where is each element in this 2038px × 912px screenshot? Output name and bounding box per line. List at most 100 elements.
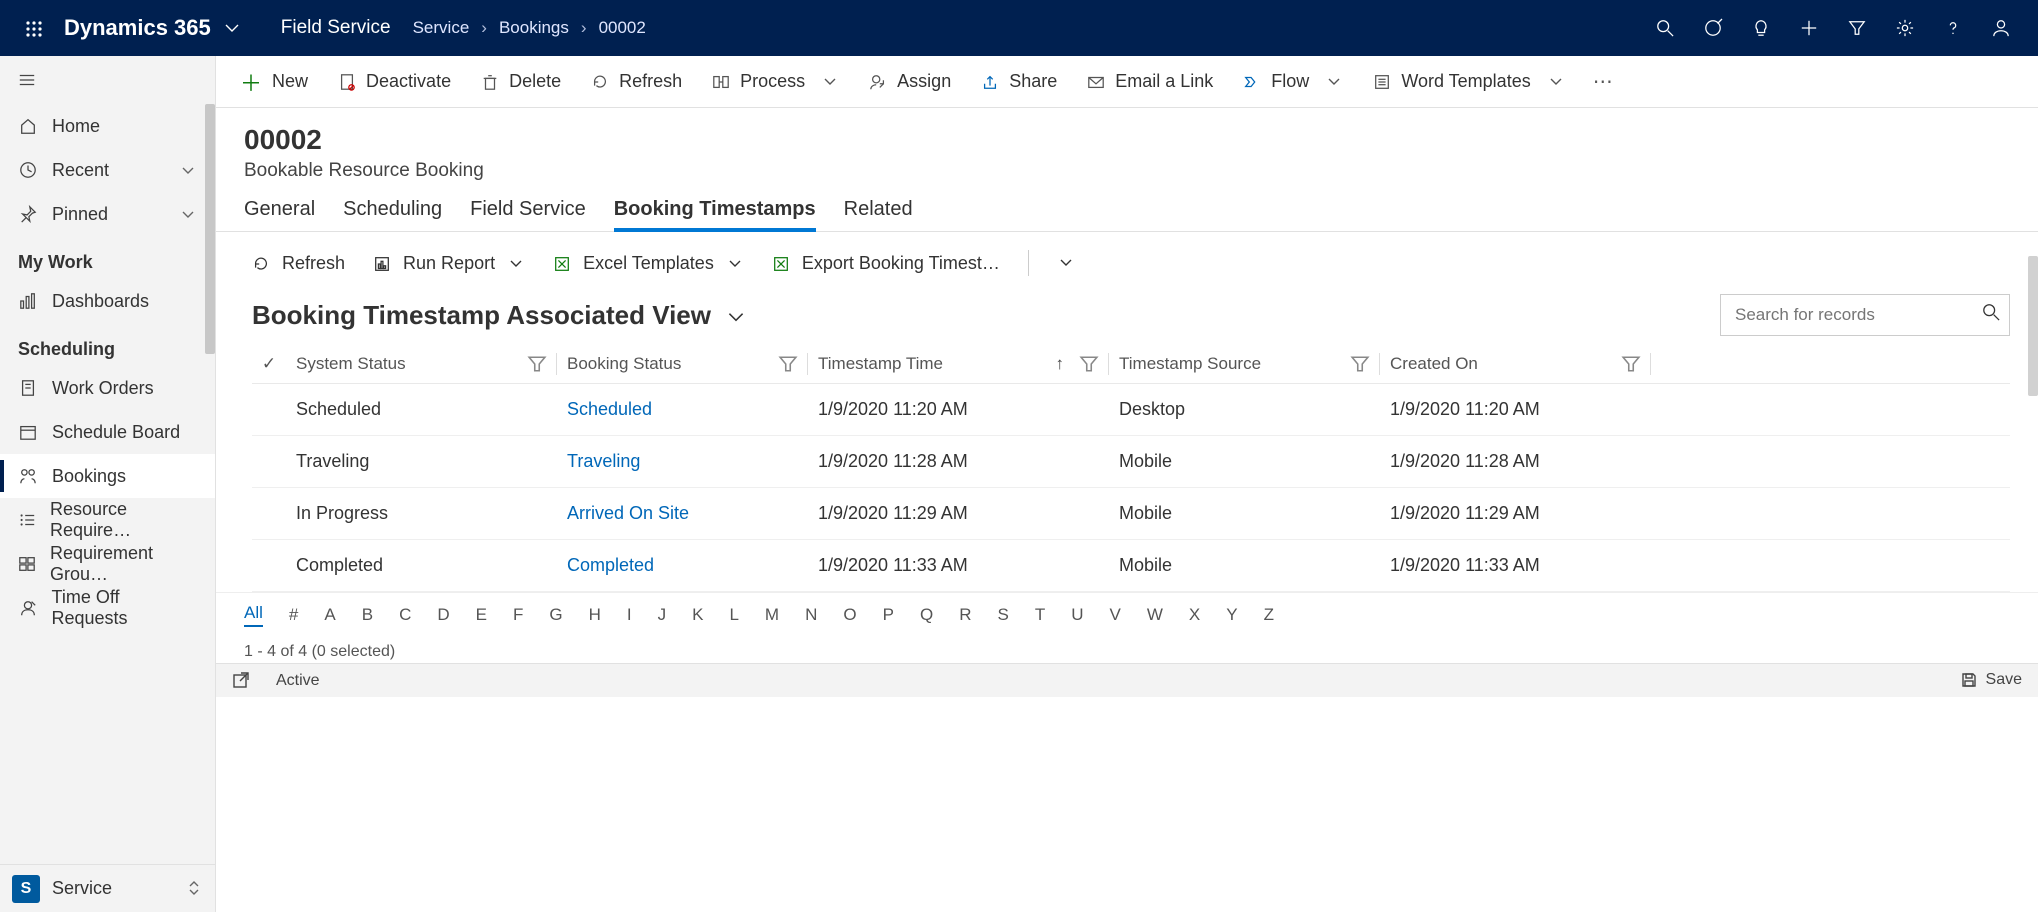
table-row[interactable]: In ProgressArrived On Site1/9/2020 11:29… [252, 488, 2010, 540]
settings-icon[interactable] [1896, 17, 1914, 40]
search-input[interactable] [1720, 294, 2010, 336]
tab-general[interactable]: General [244, 198, 315, 231]
alpha-letter[interactable]: G [549, 605, 562, 625]
alpha-letter[interactable]: O [843, 605, 856, 625]
person-icon[interactable] [1992, 17, 2010, 40]
view-selector[interactable]: Booking Timestamp Associated View [252, 300, 747, 331]
alpha-letter[interactable]: I [627, 605, 632, 625]
cell-bookingstatus[interactable]: Arrived On Site [557, 503, 807, 524]
plus-icon[interactable] [1800, 17, 1818, 40]
alpha-letter[interactable]: X [1189, 605, 1200, 625]
alpha-letter[interactable]: C [399, 605, 411, 625]
alpha-letter[interactable]: A [324, 605, 335, 625]
subgrid-export-button[interactable]: Export Booking Timest… [772, 253, 1000, 274]
alpha-letter[interactable]: D [437, 605, 449, 625]
help-icon[interactable] [1944, 17, 1962, 40]
wordtpl-button[interactable]: Word Templates [1367, 71, 1570, 92]
filter-icon[interactable] [1622, 354, 1640, 374]
refresh-button[interactable]: Refresh [585, 71, 688, 92]
cell-bookingstatus[interactable]: Completed [557, 555, 807, 576]
sidebar-item-pinned[interactable]: Pinned [0, 192, 215, 236]
alpha-letter[interactable]: H [589, 605, 601, 625]
search-icon[interactable] [1656, 17, 1674, 40]
flow-button[interactable]: Flow [1237, 71, 1349, 92]
column-header-timestampsource[interactable]: Timestamp Source [1109, 354, 1379, 374]
alpha-letter[interactable]: B [362, 605, 373, 625]
table-row[interactable]: ScheduledScheduled1/9/2020 11:20 AMDeskt… [252, 384, 2010, 436]
sidebar-item-home[interactable]: Home [0, 104, 215, 148]
assign-button[interactable]: Assign [863, 71, 957, 92]
filter-icon[interactable] [528, 354, 546, 374]
column-header-systemstatus[interactable]: System Status [286, 354, 556, 374]
alpha-letter[interactable]: U [1071, 605, 1083, 625]
breadcrumb-item[interactable]: 00002 [599, 18, 646, 38]
emaillink-button[interactable]: Email a Link [1081, 71, 1219, 92]
alpha-letter[interactable]: P [883, 605, 894, 625]
search-icon[interactable] [1982, 303, 2000, 321]
product-brand[interactable]: Dynamics 365 [58, 15, 217, 41]
alpha-letter[interactable]: Z [1264, 605, 1274, 625]
chevron-down-icon[interactable] [1057, 254, 1075, 272]
column-header-bookingstatus[interactable]: Booking Status [557, 354, 807, 374]
alpha-letter[interactable]: E [476, 605, 487, 625]
alpha-letter[interactable]: V [1109, 605, 1120, 625]
alpha-letter[interactable]: K [692, 605, 703, 625]
sidebar-item-reqgroup[interactable]: Requirement Grou… [0, 542, 215, 586]
filter-icon[interactable] [1080, 354, 1098, 374]
alpha-letter[interactable]: M [765, 605, 779, 625]
table-row[interactable]: TravelingTraveling1/9/2020 11:28 AMMobil… [252, 436, 2010, 488]
breadcrumb-item[interactable]: Bookings [499, 18, 569, 38]
sidebar-item-dashboards[interactable]: Dashboards [0, 279, 215, 323]
alpha-letter[interactable]: T [1035, 605, 1045, 625]
select-all-checkbox[interactable]: ✓ [252, 354, 286, 374]
alpha-letter[interactable]: J [658, 605, 667, 625]
scrollbar[interactable] [205, 104, 215, 354]
deactivate-button[interactable]: Deactivate [332, 71, 457, 92]
sidebar-item-recent[interactable]: Recent [0, 148, 215, 192]
filter-icon[interactable] [1351, 354, 1369, 374]
cell-bookingstatus[interactable]: Traveling [557, 451, 807, 472]
bulb-icon[interactable] [1752, 17, 1770, 40]
alpha-letter[interactable]: Y [1226, 605, 1237, 625]
cell-bookingstatus[interactable]: Scheduled [557, 399, 807, 420]
tab-related[interactable]: Related [844, 198, 913, 231]
filter-icon[interactable] [1848, 17, 1866, 40]
collapse-sidebar-button[interactable] [0, 56, 215, 104]
tab-bookingtimestamps[interactable]: Booking Timestamps [614, 198, 816, 231]
app-name[interactable]: Field Service [259, 17, 413, 39]
alpha-letter[interactable]: R [959, 605, 971, 625]
scrollbar[interactable] [2028, 56, 2038, 912]
column-header-createdon[interactable]: Created On [1380, 354, 1650, 374]
task-icon[interactable] [1704, 17, 1722, 40]
tab-scheduling[interactable]: Scheduling [343, 198, 442, 231]
subgrid-refresh-button[interactable]: Refresh [252, 253, 345, 274]
column-resizer[interactable] [1650, 353, 1651, 375]
process-button[interactable]: Process [706, 71, 845, 92]
app-launcher-icon[interactable] [10, 18, 58, 39]
filter-icon[interactable] [779, 354, 797, 374]
save-button[interactable]: Save [1960, 671, 2022, 689]
alpha-letter[interactable]: All [244, 603, 263, 627]
table-row[interactable]: CompletedCompleted1/9/2020 11:33 AMMobil… [252, 540, 2010, 592]
subgrid-exceltpl-button[interactable]: Excel Templates [553, 253, 744, 274]
alpha-letter[interactable]: N [805, 605, 817, 625]
sidebar-item-bookings[interactable]: Bookings [0, 454, 215, 498]
sidebar-item-scheduleboard[interactable]: Schedule Board [0, 410, 215, 454]
tab-fieldservice[interactable]: Field Service [470, 198, 586, 231]
sidebar-item-resourcereq[interactable]: Resource Require… [0, 498, 215, 542]
breadcrumb-item[interactable]: Service [413, 18, 470, 38]
area-switcher[interactable]: S Service [0, 864, 215, 912]
new-button[interactable]: ＋New [234, 66, 314, 98]
alpha-letter[interactable]: W [1147, 605, 1163, 625]
column-header-timestamptime[interactable]: Timestamp Time↑ [808, 354, 1108, 374]
more-commands-button[interactable]: ⋯ [1593, 69, 1615, 94]
brand-chevron-down-icon[interactable] [217, 19, 259, 37]
alpha-letter[interactable]: # [289, 605, 298, 625]
popout-icon[interactable] [232, 671, 250, 689]
alpha-letter[interactable]: L [729, 605, 738, 625]
alpha-letter[interactable]: S [997, 605, 1008, 625]
alpha-letter[interactable]: F [513, 605, 523, 625]
subgrid-runreport-button[interactable]: Run Report [373, 253, 525, 274]
sidebar-item-timeoff[interactable]: Time Off Requests [0, 586, 215, 630]
delete-button[interactable]: Delete [475, 71, 567, 92]
